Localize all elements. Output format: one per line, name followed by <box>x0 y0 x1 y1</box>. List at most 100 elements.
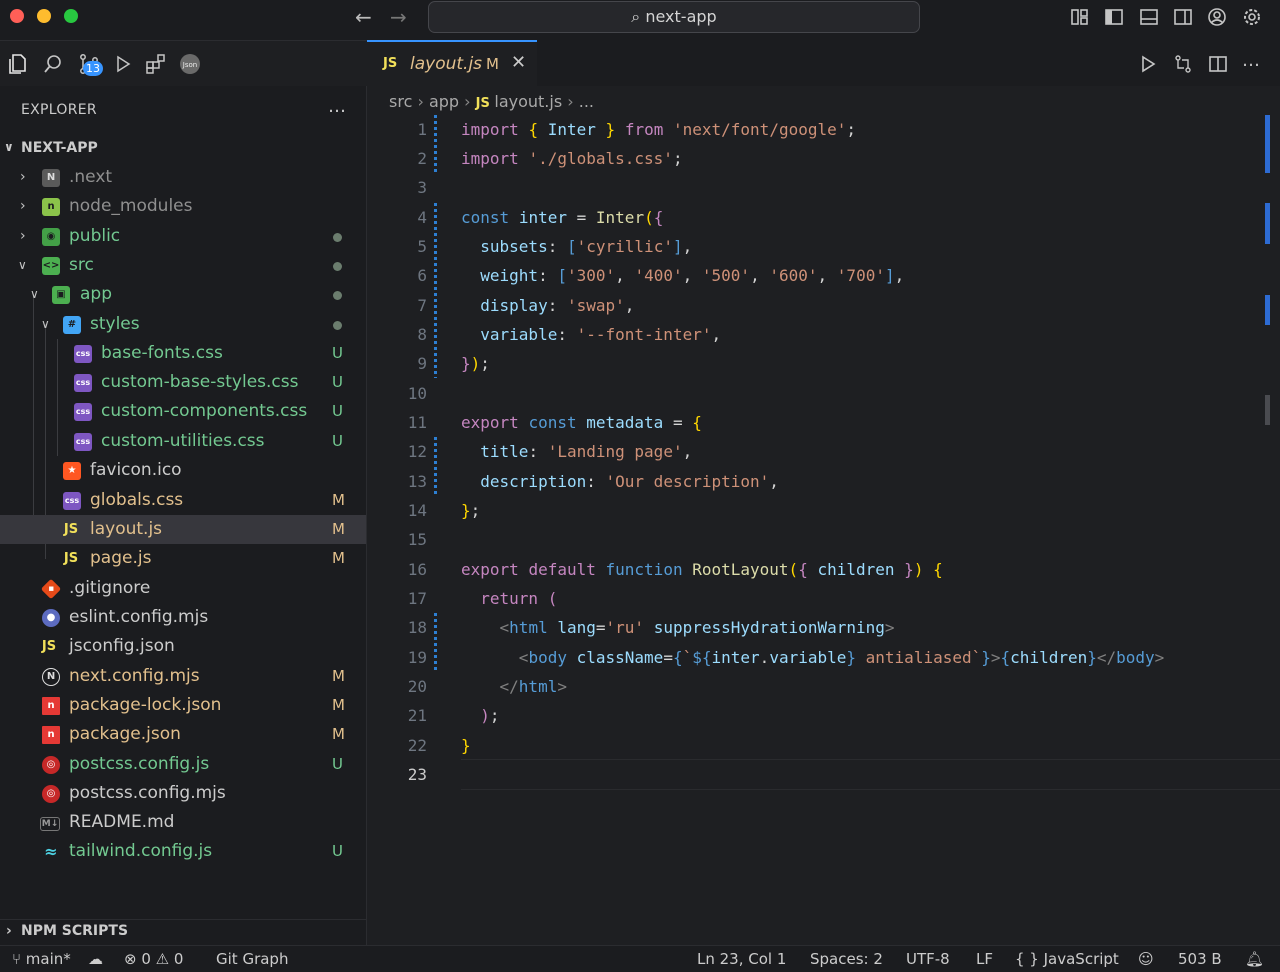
nextjs-icon: N <box>42 668 60 686</box>
extensions-icon[interactable] <box>144 52 168 76</box>
code-line: 11 export const metadata = { <box>407 413 702 432</box>
cursor-position[interactable]: Ln 23, Col 1 <box>697 950 786 968</box>
code-line: 6 weight: ['300', '400', '500', '600', '… <box>417 266 905 285</box>
toggle-panel-icon[interactable] <box>1139 7 1159 27</box>
notifications-bell-icon[interactable]: 🔔︎ <box>1245 950 1264 968</box>
breadcrumb-app[interactable]: app <box>429 92 459 111</box>
change-dot <box>333 321 342 330</box>
toggle-secondary-sidebar-icon[interactable] <box>1173 7 1193 27</box>
code-line: 9}); <box>417 354 490 373</box>
breadcrumb-symbols[interactable]: ... <box>579 92 594 111</box>
git-file-icon: ◆ <box>40 578 62 600</box>
code-line: 16 export default function RootLayout({ c… <box>407 560 943 579</box>
code-line: 4 const inter = Inter({ <box>417 208 664 227</box>
back-arrow-icon[interactable]: ← <box>355 5 372 29</box>
code-line: 22} <box>407 736 471 755</box>
search-icon[interactable] <box>41 52 65 76</box>
tree-item-tailwind-config[interactable]: ≈ tailwind.config.js U <box>0 837 366 866</box>
problems-status[interactable]: ⊗ 0 ⚠ 0 <box>124 950 183 968</box>
eol-status[interactable]: LF <box>976 950 993 968</box>
more-actions-icon[interactable]: … <box>1242 50 1260 71</box>
language-mode[interactable]: { } JavaScript <box>1015 950 1119 968</box>
tree-item-readme[interactable]: M↓ README.md <box>0 808 366 837</box>
toggle-primary-sidebar-icon[interactable] <box>1104 7 1124 27</box>
tree-item-package-lock[interactable]: n package-lock.json M <box>0 691 366 720</box>
tree-item-page-js[interactable]: JS page.js M <box>0 544 366 573</box>
explorer-files-icon[interactable] <box>6 52 30 76</box>
tree-item-next-folder[interactable]: › N .next <box>0 163 366 192</box>
tree-item-custom-utilities-css[interactable]: css custom-utilities.css U <box>0 427 366 456</box>
maximize-window-button[interactable] <box>64 9 78 23</box>
sync-icon[interactable]: ☁ <box>88 950 103 968</box>
sidebar-title: EXPLORER <box>21 102 97 118</box>
chevron-right-icon: › <box>20 198 26 214</box>
tailwind-icon: ≈ <box>44 842 58 861</box>
settings-gear-icon[interactable] <box>1242 7 1262 27</box>
npm-icon: n <box>42 697 60 715</box>
tree-item-globals-css[interactable]: css globals.css M <box>0 486 366 515</box>
npm-scripts-section[interactable]: › NPM SCRIPTS <box>0 919 366 946</box>
tree-item-styles[interactable]: ∨ # styles <box>0 310 366 339</box>
activity-bar: Json 13 <box>0 40 366 86</box>
run-debug-icon[interactable] <box>110 52 134 76</box>
breadcrumb-file[interactable]: layout.js <box>494 92 562 111</box>
customize-layout-icon[interactable] <box>1070 7 1090 27</box>
copilot-icon[interactable]: ☺ <box>1138 950 1154 968</box>
code-line: 13 description: 'Our description', <box>407 472 779 491</box>
favicon-star-icon: ★ <box>63 462 81 480</box>
close-window-button[interactable] <box>10 9 24 23</box>
code-line: 23 <box>407 765 427 784</box>
chevron-down-icon: ∨ <box>18 258 27 272</box>
css-file-icon: css <box>74 433 92 451</box>
indentation-status[interactable]: Spaces: 2 <box>810 950 883 968</box>
open-changes-icon[interactable] <box>1173 54 1193 74</box>
tree-item-package-json[interactable]: n package.json M <box>0 720 366 749</box>
tree-item-custom-components-css[interactable]: css custom-components.css U <box>0 397 366 426</box>
tree-item-postcss-config-js[interactable]: ◎ postcss.config.js U <box>0 750 366 779</box>
run-play-icon[interactable] <box>1138 54 1158 74</box>
project-root-folder[interactable]: ∨ NEXT-APP <box>0 138 366 162</box>
tree-item-next-config[interactable]: N next.config.mjs M <box>0 662 366 691</box>
folder-public-icon: ◉ <box>42 228 60 246</box>
folder-app-icon: ▣ <box>52 286 70 304</box>
tree-item-gitignore[interactable]: ◆ .gitignore <box>0 574 366 603</box>
code-line: 21 ); <box>407 706 500 725</box>
file-size-status: 503 B <box>1178 950 1222 968</box>
status-bar: ⑂ main* ☁ ⊗ 0 ⚠ 0 Git Graph Ln 23, Col 1… <box>0 945 1280 972</box>
title-bar: ← → ⌕ next-app <box>0 0 1280 41</box>
tab-layout-js[interactable]: JS layout.js M ✕ <box>367 40 537 88</box>
split-editor-icon[interactable] <box>1208 54 1228 74</box>
breadcrumb-src[interactable]: src <box>389 92 412 111</box>
chevron-right-icon: › <box>20 228 26 244</box>
account-icon[interactable] <box>1207 7 1227 27</box>
svg-text:Json: Json <box>182 61 197 69</box>
json-extension-icon[interactable]: Json <box>178 52 202 76</box>
more-actions-icon[interactable]: … <box>328 96 346 117</box>
tree-item-base-fonts-css[interactable]: css base-fonts.css U <box>0 339 366 368</box>
forward-arrow-icon[interactable]: → <box>390 5 407 29</box>
tree-item-jsconfig[interactable]: JS jsconfig.json <box>0 632 366 661</box>
tree-item-app[interactable]: ∨ ▣ app <box>0 280 366 309</box>
branch-status[interactable]: ⑂ main* <box>12 950 71 968</box>
tree-item-eslint-config[interactable]: ● eslint.config.mjs <box>0 603 366 632</box>
folder-styles-icon: # <box>63 316 81 334</box>
tree-item-layout-js[interactable]: JS layout.js M <box>0 515 366 544</box>
command-center-search[interactable]: ⌕ next-app <box>428 1 920 33</box>
source-control-badge: 13 <box>83 61 103 76</box>
tree-item-src[interactable]: ∨ <> src <box>0 251 366 280</box>
eslint-icon: ● <box>42 609 60 627</box>
git-graph-button[interactable]: Git Graph <box>216 950 288 968</box>
tree-item-favicon[interactable]: ★ favicon.ico <box>0 456 366 485</box>
tree-item-custom-base-styles-css[interactable]: css custom-base-styles.css U <box>0 368 366 397</box>
error-icon: ⊗ <box>124 950 142 968</box>
folder-node-icon: n <box>42 198 60 216</box>
minimize-window-button[interactable] <box>37 9 51 23</box>
encoding-status[interactable]: UTF-8 <box>906 950 950 968</box>
change-dot <box>333 233 342 242</box>
tree-item-postcss-config-mjs[interactable]: ◎ postcss.config.mjs <box>0 779 366 808</box>
tree-item-public[interactable]: › ◉ public <box>0 222 366 251</box>
close-tab-icon[interactable]: ✕ <box>511 52 526 73</box>
folder-next-icon: N <box>42 169 60 187</box>
tree-item-node-modules[interactable]: › n node_modules <box>0 192 366 221</box>
code-line: 8 variable: '--font-inter', <box>417 325 722 344</box>
